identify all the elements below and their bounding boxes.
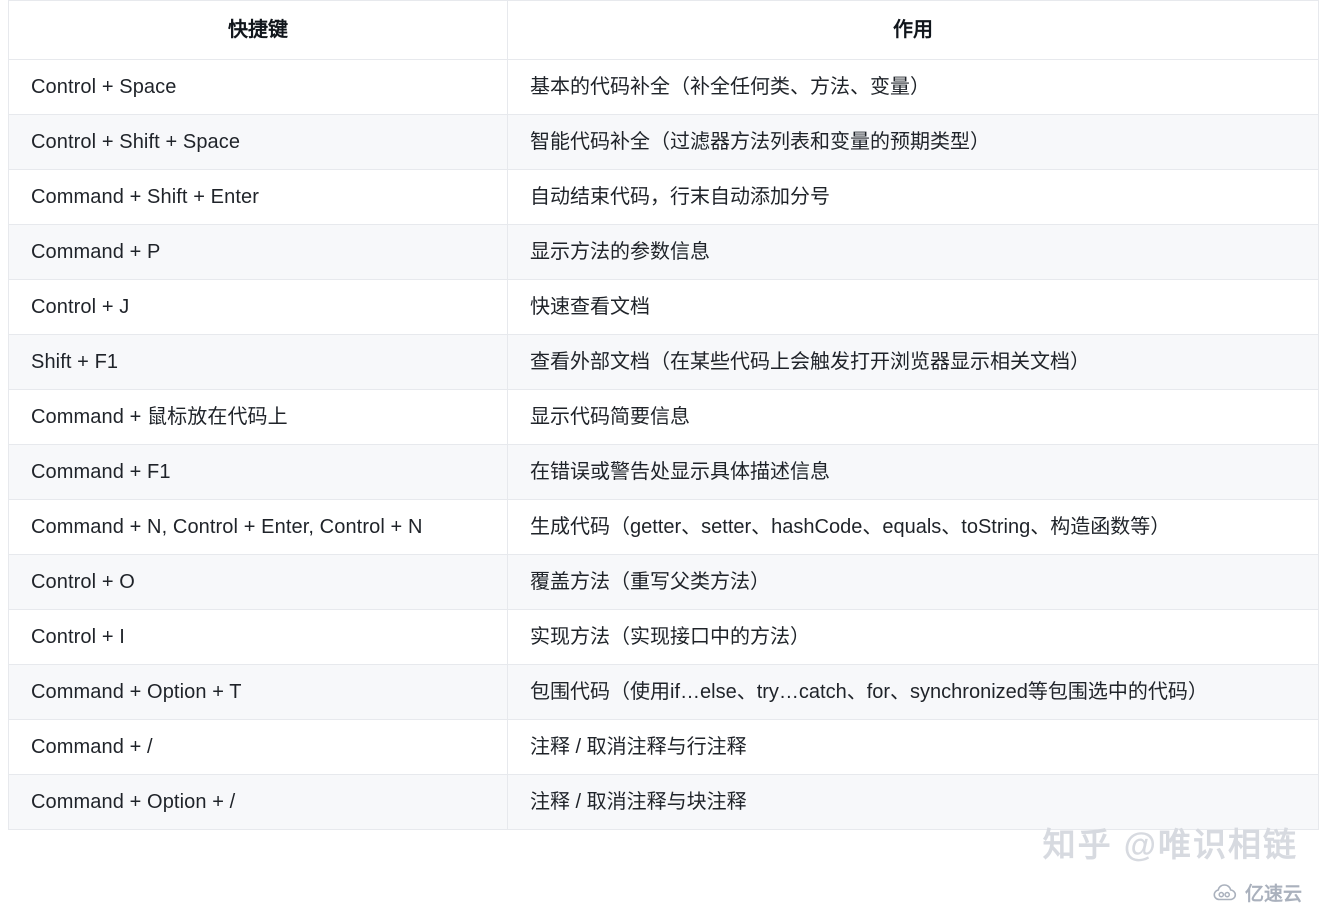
- table-row: Shift + F1 查看外部文档（在某些代码上会触发打开浏览器显示相关文档）: [8, 334, 1319, 390]
- shortcut-cell: Command + /: [8, 719, 508, 775]
- yisuyun-label: 亿速云: [1244, 884, 1302, 905]
- action-cell: 包围代码（使用if…else、try…catch、for、synchronize…: [507, 664, 1319, 720]
- table-row: Command + P 显示方法的参数信息: [8, 224, 1319, 280]
- action-cell: 注释 / 取消注释与块注释: [507, 774, 1319, 830]
- table-row: Command + N, Control + Enter, Control + …: [8, 499, 1319, 555]
- table-header-row: 快捷键 作用: [8, 0, 1319, 60]
- action-cell: 覆盖方法（重写父类方法）: [507, 554, 1319, 610]
- table-header: 快捷键 作用: [8, 0, 1319, 60]
- column-header-shortcut: 快捷键: [8, 0, 508, 60]
- table-row: Control + Shift + Space 智能代码补全（过滤器方法列表和变量…: [8, 114, 1319, 170]
- table-row: Command + Option + / 注释 / 取消注释与块注释: [8, 774, 1319, 830]
- shortcut-cell: Command + Option + /: [8, 774, 508, 830]
- table-row: Control + O 覆盖方法（重写父类方法）: [8, 554, 1319, 610]
- shortcut-cell: Command + Option + T: [8, 664, 508, 720]
- table-row: Control + J 快速查看文档: [8, 279, 1319, 335]
- action-cell: 基本的代码补全（补全任何类、方法、变量）: [507, 59, 1319, 115]
- table-row: Command + / 注释 / 取消注释与行注释: [8, 719, 1319, 775]
- shortcut-cell: Control + Space: [8, 59, 508, 115]
- table-row: Control + I 实现方法（实现接口中的方法）: [8, 609, 1319, 665]
- shortcut-cell: Command + N, Control + Enter, Control + …: [8, 499, 508, 555]
- shortcut-cell: Command + 鼠标放在代码上: [8, 389, 508, 445]
- action-cell: 显示方法的参数信息: [507, 224, 1319, 280]
- action-cell: 自动结束代码，行末自动添加分号: [507, 169, 1319, 225]
- action-cell: 在错误或警告处显示具体描述信息: [507, 444, 1319, 500]
- action-cell: 智能代码补全（过滤器方法列表和变量的预期类型）: [507, 114, 1319, 170]
- action-cell: 实现方法（实现接口中的方法）: [507, 609, 1319, 665]
- shortcut-cell: Control + Shift + Space: [8, 114, 508, 170]
- table-row: Control + Space 基本的代码补全（补全任何类、方法、变量）: [8, 59, 1319, 115]
- table-row: Command + Option + T 包围代码（使用if…else、try…c…: [8, 664, 1319, 720]
- action-cell: 显示代码简要信息: [507, 389, 1319, 445]
- shortcut-cell: Command + Shift + Enter: [8, 169, 508, 225]
- table-row: Command + Shift + Enter 自动结束代码，行末自动添加分号: [8, 169, 1319, 225]
- shortcut-cell: Control + I: [8, 609, 508, 665]
- action-cell: 快速查看文档: [507, 279, 1319, 335]
- cloud-icon: [1213, 884, 1239, 901]
- table-row: Command + 鼠标放在代码上 显示代码简要信息: [8, 389, 1319, 445]
- yisuyun-watermark: 亿速云: [1213, 879, 1302, 906]
- action-cell: 查看外部文档（在某些代码上会触发打开浏览器显示相关文档）: [507, 334, 1319, 390]
- shortcut-cell: Control + O: [8, 554, 508, 610]
- action-cell: 生成代码（getter、setter、hashCode、equals、toStr…: [507, 499, 1319, 555]
- shortcut-table: 快捷键 作用 Control + Space 基本的代码补全（补全任何类、方法、变…: [8, 0, 1319, 830]
- shortcut-cell: Shift + F1: [8, 334, 508, 390]
- action-cell: 注释 / 取消注释与行注释: [507, 719, 1319, 775]
- table-body: Control + Space 基本的代码补全（补全任何类、方法、变量） Contr…: [8, 59, 1319, 830]
- column-header-action: 作用: [507, 0, 1319, 60]
- shortcut-cell: Control + J: [8, 279, 508, 335]
- shortcut-cell: Command + F1: [8, 444, 508, 500]
- shortcut-table-container: 快捷键 作用 Control + Space 基本的代码补全（补全任何类、方法、变…: [0, 0, 1322, 830]
- shortcut-cell: Command + P: [8, 224, 508, 280]
- table-row: Command + F1 在错误或警告处显示具体描述信息: [8, 444, 1319, 500]
